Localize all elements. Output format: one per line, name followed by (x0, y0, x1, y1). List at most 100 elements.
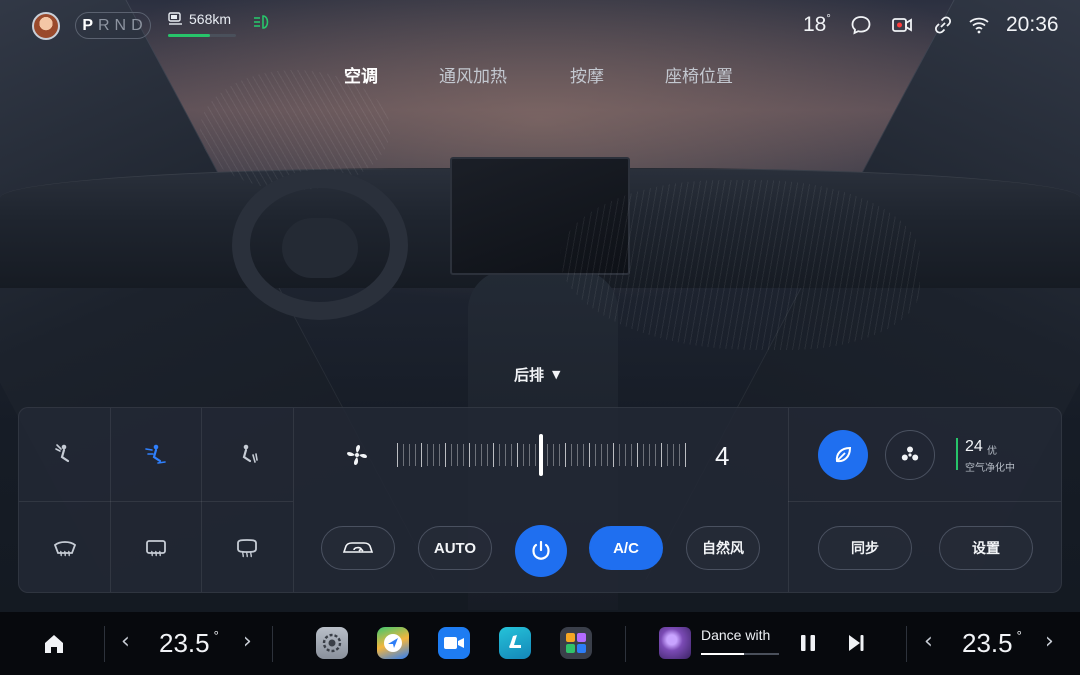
gear-d: D (131, 16, 144, 34)
gear-r: R (97, 16, 111, 34)
fan-slider-tick (499, 444, 500, 466)
tab-air-conditioning[interactable]: 空调 (344, 62, 378, 87)
fan-slider-tick (607, 444, 608, 466)
album-art[interactable] (659, 627, 691, 659)
eco-mode-button[interactable] (818, 430, 868, 480)
fan-slider-tick (397, 443, 398, 467)
navigation-app-icon[interactable] (377, 627, 409, 659)
leaf-icon (835, 446, 852, 463)
divider (104, 626, 105, 662)
fan-slider-tick (439, 444, 440, 466)
fan-slider-tick (529, 444, 530, 466)
settings-button[interactable]: 设置 (939, 526, 1033, 570)
tab-massage[interactable]: 按摩 (570, 62, 604, 87)
fan-slider-tick (673, 444, 674, 466)
fan-slider-tick (667, 444, 668, 466)
fan-speed-slider[interactable] (397, 434, 686, 476)
air-quality-grade: 优 (987, 446, 997, 457)
front-defrost-icon (53, 540, 76, 556)
range-bar-fill (168, 34, 211, 37)
fan-slider-tick (481, 444, 482, 466)
fan-slider-tick (463, 444, 464, 466)
sync-button[interactable]: 同步 (818, 526, 912, 570)
fan-slider-tick (583, 444, 584, 466)
tab-seat-position[interactable]: 座椅位置 (665, 62, 733, 87)
link-icon[interactable] (932, 14, 954, 36)
fan-slider-tick (571, 444, 572, 466)
song-progress-bar[interactable] (701, 653, 779, 655)
climate-tabs: 空调 通风加热 按摩 座椅位置 (0, 62, 1080, 88)
settings-app-icon[interactable] (316, 627, 348, 659)
air-purify-status: 空气净化中 (965, 463, 1015, 474)
next-track-icon[interactable] (845, 632, 867, 654)
battery-car-icon (168, 12, 182, 25)
right-temp-value: 23.5 (962, 628, 1013, 658)
status-bar: P R N D 568km 18° 20:36 (0, 0, 1080, 50)
face-airflow-button[interactable] (19, 408, 110, 501)
right-temp-decrease-icon[interactable]: ‹ (924, 629, 933, 654)
fan-slider-tick (595, 444, 596, 466)
fan-slider-tick (415, 444, 416, 466)
fan-slider-tick (685, 443, 686, 467)
fan-slider-tick (403, 444, 404, 466)
fan-slider-tick (517, 443, 518, 467)
tab-ventilation-heating[interactable]: 通风加热 (439, 62, 507, 87)
message-icon[interactable] (850, 14, 872, 36)
fan-slider-tick (553, 444, 554, 466)
air-purify-button[interactable] (885, 430, 935, 480)
video-call-app-icon[interactable] (438, 627, 470, 659)
front-defrost-button[interactable] (19, 501, 110, 592)
fan-slider-tick (637, 443, 638, 467)
app-grid-icon[interactable] (560, 627, 592, 659)
outside-temp-value: 18 (803, 13, 827, 36)
user-avatar[interactable] (32, 12, 60, 40)
outside-temp-unit: ° (826, 13, 831, 25)
fan-speed-slider-thumb[interactable] (539, 434, 543, 476)
recirculation-button[interactable] (321, 526, 395, 570)
fan-slider-tick (661, 443, 662, 467)
dashcam-icon[interactable] (891, 14, 913, 36)
left-temp-increase-icon[interactable]: › (243, 629, 252, 654)
fan-slider-tick (613, 443, 614, 467)
face-feet-airflow-button[interactable] (110, 408, 201, 501)
fan-slider-tick (445, 443, 446, 467)
steering-wheel-hub (282, 218, 358, 278)
fan-speed-value: 4 (715, 441, 730, 471)
air-quality-value: 24 (965, 438, 983, 455)
zone-selector[interactable]: 后排 ▼ (514, 364, 560, 385)
range-value: 568km (189, 11, 232, 27)
left-temp-decrease-icon[interactable]: ‹ (121, 629, 130, 654)
range-bar (168, 34, 236, 37)
fan-slider-tick (625, 444, 626, 466)
fan-slider-tick (433, 444, 434, 466)
feet-airflow-button[interactable] (201, 408, 292, 501)
gear-n: N (114, 16, 128, 34)
gear-p: P (82, 16, 94, 34)
bottom-dock: ‹ 23.5 ° › Dance with ‹ 23.5 ° › (0, 612, 1080, 675)
auto-button[interactable]: AUTO (418, 526, 492, 570)
ac-button[interactable]: A/C (589, 526, 663, 570)
pause-icon[interactable] (797, 632, 819, 654)
fan-icon (347, 445, 367, 465)
mirror-defrost-button[interactable] (201, 501, 292, 592)
fan-slider-tick (547, 444, 548, 466)
power-button[interactable] (515, 525, 567, 577)
right-temperature: 23.5 ° (962, 628, 1022, 659)
natural-wind-button[interactable]: 自然风 (686, 526, 760, 570)
dropdown-arrow-icon: ▼ (552, 368, 561, 381)
fan-slider-tick (643, 444, 644, 466)
fan-slider-tick (535, 444, 536, 466)
fan-slider-tick (577, 444, 578, 466)
fan-slider-tick (427, 444, 428, 466)
home-icon[interactable] (42, 632, 66, 656)
right-temp-increase-icon[interactable]: › (1045, 629, 1054, 654)
power-icon (532, 540, 550, 560)
fan-slider-tick (649, 444, 650, 466)
purifier-fan-icon (901, 446, 919, 461)
divider (906, 626, 907, 662)
rear-defrost-button[interactable] (110, 501, 201, 592)
outside-temperature: 18° (803, 13, 831, 37)
fan-slider-tick (493, 443, 494, 467)
fan-slider-tick (511, 444, 512, 466)
seat-app-icon[interactable] (499, 627, 531, 659)
